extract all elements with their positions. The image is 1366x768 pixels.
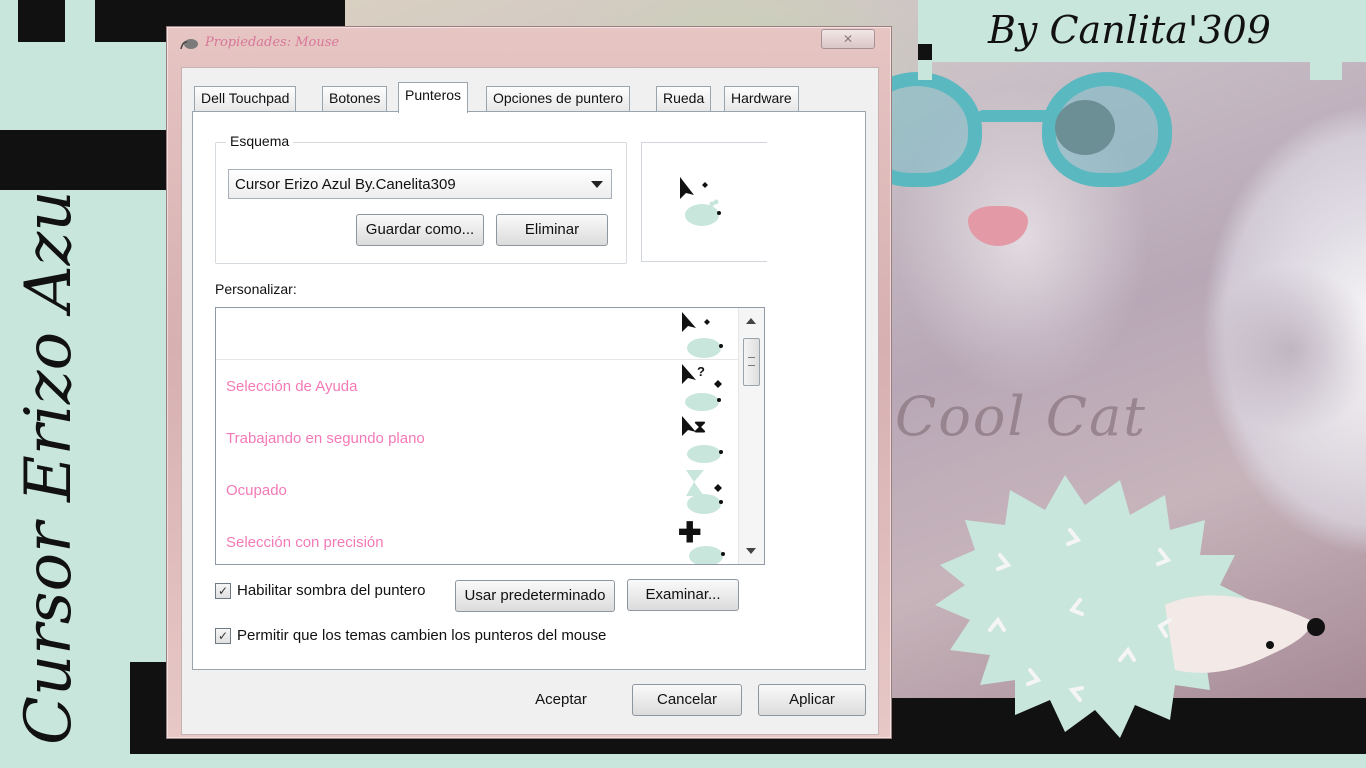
tab-botones[interactable]: Botones <box>322 86 388 112</box>
cat-eye <box>1055 100 1115 155</box>
save-as-button[interactable]: Guardar como... <box>356 214 484 246</box>
top-right-mint-stripe <box>1310 0 1342 80</box>
themes-checkbox[interactable]: ✓ <box>215 627 231 644</box>
right-black-square <box>918 44 932 60</box>
title-bar[interactable]: Propiedades: Mouse ✕ <box>167 27 891 61</box>
scheme-group: Esquema Cursor Erizo Azul By.Canelita309… <box>215 133 627 264</box>
cursor-preview <box>641 142 767 262</box>
shadow-option[interactable]: ✓ Habilitar sombra del puntero <box>215 582 425 599</box>
right-mint-stripe <box>918 0 932 80</box>
arrow-cursor-icon <box>682 312 723 358</box>
hedgehog-icon <box>935 475 1325 738</box>
cursor-badge: ? <box>697 364 705 379</box>
tab-rueda[interactable]: Rueda <box>656 86 712 112</box>
scheme-selected-value: Cursor Erizo Azul By.Canelita309 <box>235 176 456 193</box>
crosshair-cursor-icon: ✚ <box>678 518 725 564</box>
list-scrollbar[interactable] <box>738 308 764 564</box>
cursor-badge: ⧗ <box>694 417 706 436</box>
scroll-up-arrow-icon[interactable] <box>746 318 756 324</box>
busy-cursor-icon <box>686 470 723 514</box>
scheme-select[interactable]: Cursor Erizo Azul By.Canelita309 <box>228 169 612 199</box>
tab-dell-touchpad[interactable]: Dell Touchpad <box>194 86 297 112</box>
list-item[interactable]: Trabajando en segundo plano ⧗ <box>216 412 738 464</box>
tab-punteros[interactable]: Punteros <box>398 82 469 113</box>
close-button[interactable]: ✕ <box>821 29 875 49</box>
list-item-label: Ocupado <box>226 482 287 499</box>
delete-button[interactable]: Eliminar <box>496 214 608 246</box>
list-item[interactable] <box>216 308 738 360</box>
cursor-badge: ✚ <box>678 518 701 548</box>
dialog-client-area: Dell Touchpad Botones Punteros Opciones … <box>181 67 879 735</box>
mouse-icon <box>180 39 198 50</box>
list-item-label: Selección con precisión <box>226 534 384 551</box>
working-cursor-icon: ⧗ <box>682 416 723 463</box>
themes-option[interactable]: ✓ Permitir que los temas cambien los pun… <box>215 627 606 644</box>
list-item[interactable]: Selección de Ayuda ? <box>216 360 738 412</box>
use-default-button[interactable]: Usar predeterminado <box>455 580 615 612</box>
punteros-panel: Esquema Cursor Erizo Azul By.Canelita309… <box>192 111 866 670</box>
customize-label: Personalizar: <box>215 281 297 297</box>
signature: By Canlita'309 <box>988 8 1271 52</box>
apply-button[interactable]: Aplicar <box>758 684 866 716</box>
top-mint-stripe <box>65 0 95 42</box>
cursor-list[interactable]: Selección de Ayuda ? Trabajando en segun… <box>215 307 765 565</box>
window-title: Propiedades: Mouse <box>205 35 340 50</box>
list-item[interactable]: Selección con precisión ✚ <box>216 516 738 564</box>
browse-button[interactable]: Examinar... <box>627 579 739 611</box>
shadow-label: Habilitar sombra del puntero <box>237 582 426 599</box>
scrollbar-thumb[interactable] <box>743 338 760 386</box>
arrow-cursor-icon <box>680 177 721 226</box>
list-item-label: Trabajando en segundo plano <box>226 430 425 447</box>
chevron-down-icon <box>591 181 603 188</box>
scheme-group-label: Esquema <box>226 133 294 149</box>
tab-opciones-de-puntero[interactable]: Opciones de puntero <box>486 86 630 112</box>
vertical-title: Cursor Erizo Azul <box>12 169 86 745</box>
help-cursor-icon: ? <box>682 364 722 411</box>
tab-hardware[interactable]: Hardware <box>724 86 799 112</box>
cat-glasses <box>852 60 1202 210</box>
list-item-label: Selección de Ayuda <box>226 378 358 395</box>
photo-text: Cool Cat <box>895 385 1147 448</box>
cancel-button[interactable]: Cancelar <box>632 684 742 716</box>
list-item[interactable]: Ocupado <box>216 464 738 516</box>
scroll-down-arrow-icon[interactable] <box>746 548 756 554</box>
ok-button[interactable]: Aceptar <box>502 684 620 716</box>
mouse-properties-window: Propiedades: Mouse ✕ Dell Touchpad Boton… <box>166 26 892 739</box>
themes-label: Permitir que los temas cambien los punte… <box>237 627 607 644</box>
shadow-checkbox[interactable]: ✓ <box>215 582 231 599</box>
